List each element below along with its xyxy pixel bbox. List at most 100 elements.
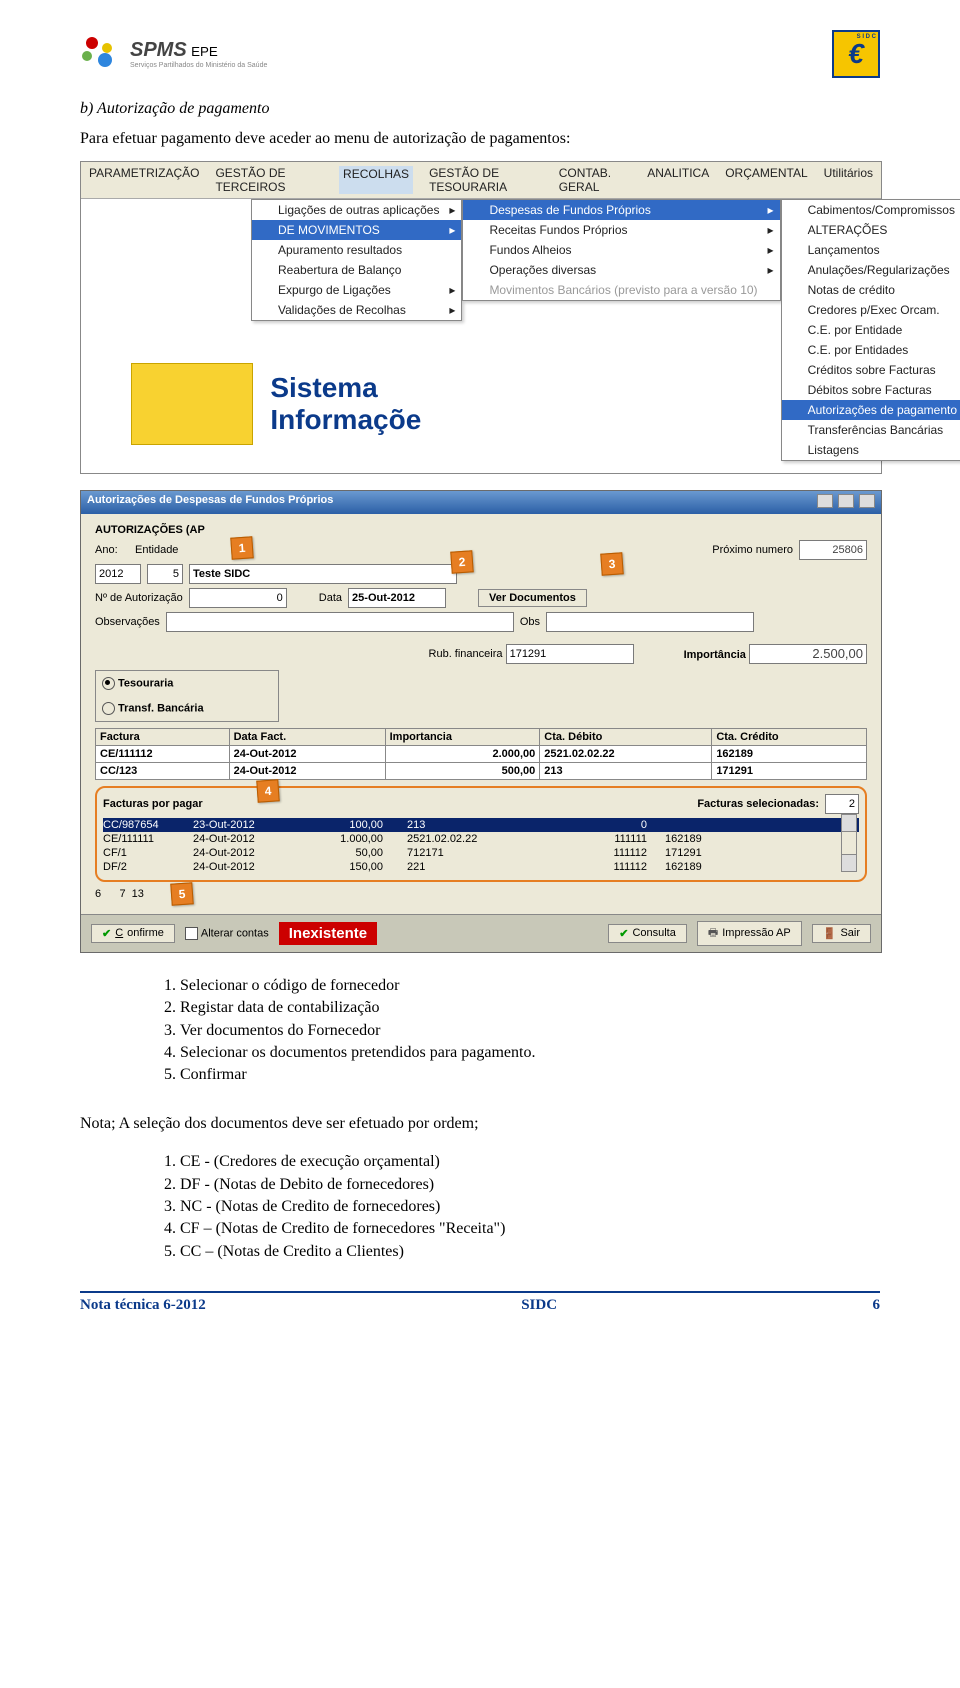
list-item[interactable]: CE/11111124-Out-2012 1.000,002521.02.02.… (103, 832, 859, 846)
menu-item[interactable]: Reabertura de Balanço (252, 260, 461, 280)
callout-2: 2 (450, 550, 473, 573)
th-imp: Importancia (385, 728, 540, 745)
nota-2: DF - (Notas de Debito de fornecedores) (180, 1174, 880, 1196)
sidc-logo: € S I D C (832, 30, 880, 78)
menu-item[interactable]: Cabimentos/Compromissos (782, 200, 960, 220)
impressao-button[interactable]: 🖶Impressão AP (697, 921, 802, 946)
list-item[interactable]: CF/124-Out-2012 50,00712171 111112171291 (103, 846, 859, 860)
menu-item[interactable]: Créditos sobre Facturas (782, 360, 960, 380)
submenu-3: Cabimentos/Compromissos ALTERAÇÕES▸ Lanç… (781, 199, 960, 461)
banner-graphic (131, 363, 253, 445)
menu-analitica[interactable]: ANALITICA (647, 166, 709, 194)
footer-left: Nota técnica 6-2012 (80, 1297, 206, 1314)
menu-item[interactable]: Listagens (782, 440, 960, 460)
step-4: Selecionar os documentos pretendidos par… (180, 1042, 880, 1064)
sair-button[interactable]: 🚪Sair (812, 924, 871, 943)
rub-input[interactable] (506, 644, 634, 664)
euro-icon: € (848, 38, 864, 70)
submenu-2: Despesas de Fundos Próprios▸ Receitas Fu… (462, 199, 780, 301)
sidc-letters: S I D C (857, 34, 876, 40)
menu-item[interactable]: Notas de crédito (782, 280, 960, 300)
entidade-code-input[interactable] (147, 564, 183, 584)
menu-item[interactable]: ALTERAÇÕES▸ (782, 220, 960, 240)
menu-item[interactable]: Despesas de Fundos Próprios▸ (463, 200, 779, 220)
menu-screenshot: PARAMETRIZAÇÃO GESTÃO DE TERCEIROS RECOL… (80, 161, 882, 474)
menu-util[interactable]: Utilitários (824, 166, 873, 194)
nota-1: CE - (Credores de execução orçamental) (180, 1151, 880, 1173)
submenu-1: Ligações de outras aplicações▸ DE MOVIME… (251, 199, 462, 321)
check-icon: ✔ (619, 927, 628, 940)
th-deb: Cta. Débito (540, 728, 712, 745)
titlebar: Autorizações de Despesas de Fundos Própr… (81, 491, 881, 514)
fac-sel-label: Facturas selecionadas: (697, 798, 819, 810)
menu-item[interactable]: Expurgo de Ligações▸ (252, 280, 461, 300)
menu-item[interactable]: Operações diversas▸ (463, 260, 779, 280)
ver-documentos-button[interactable]: Ver Documentos (478, 589, 587, 607)
menu-orcamental[interactable]: ORÇAMENTAL (725, 166, 807, 194)
menu-recolhas[interactable]: RECOLHAS (339, 166, 413, 194)
scrollbar[interactable] (841, 814, 857, 872)
menu-contab[interactable]: CONTAB. GERAL (559, 166, 632, 194)
confirme-button[interactable]: ✔CConfirmeonfirme (91, 924, 175, 943)
auth-window: Autorizações de Despesas de Fundos Própr… (80, 490, 882, 953)
menu-item[interactable]: Fundos Alheios▸ (463, 240, 779, 260)
close-icon[interactable] (859, 494, 875, 508)
menu-item-disabled: Movimentos Bancários (previsto para a ve… (463, 280, 779, 300)
table-row[interactable]: CE/11111224-Out-2012 2.000,00 2521.02.02… (96, 745, 867, 762)
footer-right: 6 (872, 1297, 880, 1314)
label-naut: Nº de Autorização (95, 592, 183, 604)
menu-item[interactable]: Lançamentos (782, 240, 960, 260)
callout-4: 4 (256, 779, 279, 802)
table-row[interactable]: CC/12324-Out-2012 500,00 213171291 (96, 762, 867, 779)
menu-item[interactable]: Receitas Fundos Próprios▸ (463, 220, 779, 240)
data-input[interactable] (348, 588, 446, 608)
list-item[interactable]: DF/224-Out-2012 150,00221 111112162189 (103, 860, 859, 874)
obs-input[interactable] (166, 612, 514, 632)
fac-sel-count (825, 794, 859, 814)
menu-item[interactable]: Anulações/Regularizações (782, 260, 960, 280)
menu-tesouraria[interactable]: GESTÃO DE TESOURARIA (429, 166, 543, 194)
menu-item[interactable]: Credores p/Exec Orcam. (782, 300, 960, 320)
menu-param[interactable]: PARAMETRIZAÇÃO (89, 166, 199, 194)
menu-item[interactable]: Ligações de outras aplicações▸ (252, 200, 461, 220)
form-heading: AUTORIZAÇÕES (AP (95, 524, 867, 536)
step-3: Ver documentos do Fornecedor (180, 1020, 880, 1042)
minimize-icon[interactable] (817, 494, 833, 508)
naut-input[interactable] (189, 588, 287, 608)
menubar: PARAMETRIZAÇÃO GESTÃO DE TERCEIROS RECOL… (81, 162, 881, 199)
section-heading: b) Autorização de pagamento (80, 100, 269, 117)
menu-item[interactable]: C.E. por Entidades (782, 340, 960, 360)
radio-tesouraria[interactable]: Tesouraria (102, 677, 272, 690)
org-name: SPMS (130, 39, 187, 61)
label-obs: Observações (95, 616, 160, 628)
consulta-button[interactable]: ✔Consulta (608, 924, 687, 943)
menu-item[interactable]: Apuramento resultados (252, 240, 461, 260)
entidade-name-input[interactable] (189, 564, 457, 584)
callout-1: 1 (230, 536, 253, 559)
alterar-contas-checkbox[interactable]: Alterar contas (185, 927, 269, 940)
nota-4: CF – (Notas de Credito de fornecedores "… (180, 1218, 880, 1240)
nota-5: CC – (Notas de Credito a Clientes) (180, 1241, 880, 1263)
label-obs2: Obs (520, 616, 540, 628)
menu-item[interactable]: Autorizações de pagamento (782, 400, 960, 420)
label-rub: Rub. financeira (429, 648, 503, 660)
org-sub: Serviços Partilhados do Ministério da Sa… (130, 62, 267, 69)
menu-item[interactable]: Validações de Recolhas▸ (252, 300, 461, 320)
obs2-input[interactable] (546, 612, 754, 632)
menu-item[interactable]: Transferências Bancárias (782, 420, 960, 440)
radio-transf[interactable]: Transf. Bancária (102, 702, 272, 715)
ano-input[interactable] (95, 564, 141, 584)
menu-item[interactable]: DE MOVIMENTOS▸ (252, 220, 461, 240)
list-item[interactable]: CC/98765423-Out-2012 100,00213 0 (103, 818, 859, 832)
menu-terceiros[interactable]: GESTÃO DE TERCEIROS (215, 166, 323, 194)
intro-text: Para efetuar pagamento deve aceder ao me… (80, 128, 880, 150)
maximize-icon[interactable] (838, 494, 854, 508)
menu-item[interactable]: Débitos sobre Facturas (782, 380, 960, 400)
inexistente-badge: Inexistente (279, 922, 377, 945)
facturas-pagar-panel: 4 Facturas por pagar Facturas selecionad… (95, 786, 867, 882)
menu-item[interactable]: C.E. por Entidade (782, 320, 960, 340)
nota-3: NC - (Notas de Credito de fornecedores) (180, 1196, 880, 1218)
step-2: Registar data de contabilização (180, 997, 880, 1019)
callout-5: 5 (170, 882, 193, 905)
label-data: Data (319, 592, 342, 604)
